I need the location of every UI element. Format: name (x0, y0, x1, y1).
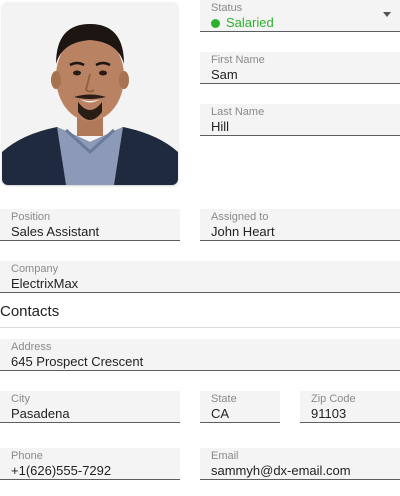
state-value[interactable]: CA (211, 406, 229, 421)
phone-label: Phone (11, 450, 43, 462)
city-value[interactable]: Pasadena (11, 406, 70, 421)
phone-value[interactable]: +1(626)555-7292 (11, 463, 111, 478)
assigned-to-label: Assigned to (211, 211, 269, 223)
address-label: Address (11, 341, 52, 353)
phone-field[interactable]: Phone +1(626)555-7292 (0, 448, 180, 480)
position-label: Position (11, 211, 51, 223)
first-name-label: First Name (211, 54, 265, 66)
last-name-value[interactable]: Hill (211, 119, 229, 134)
email-field[interactable]: Email sammyh@dx-email.com (200, 448, 400, 480)
address-value[interactable]: 645 Prospect Crescent (11, 354, 143, 369)
status-select[interactable]: Status Salaried (200, 0, 400, 32)
last-name-label: Last Name (211, 106, 265, 118)
last-name-field[interactable]: Last Name Hill (200, 104, 400, 136)
status-label: Status (211, 2, 243, 14)
zip-code-value[interactable]: 91103 (311, 406, 346, 421)
zip-code-field[interactable]: Zip Code 91103 (300, 391, 400, 423)
zip-code-label: Zip Code (311, 393, 356, 405)
first-name-field[interactable]: First Name Sam (200, 52, 400, 84)
company-value[interactable]: ElectrixMax (11, 276, 78, 291)
position-value[interactable]: Sales Assistant (11, 224, 99, 239)
city-label: City (11, 393, 30, 405)
address-field[interactable]: Address 645 Prospect Crescent (0, 339, 400, 371)
city-field[interactable]: City Pasadena (0, 391, 180, 423)
status-value: Salaried (226, 15, 274, 30)
assigned-to-value[interactable]: John Heart (211, 224, 275, 239)
email-label: Email (211, 450, 239, 462)
company-label: Company (11, 263, 59, 275)
status-dot-icon (211, 19, 220, 28)
state-field[interactable]: State CA (200, 391, 280, 423)
first-name-value[interactable]: Sam (211, 67, 238, 82)
company-field[interactable]: Company ElectrixMax (0, 261, 400, 293)
contacts-heading: Contacts (0, 303, 60, 320)
state-label: State (211, 393, 237, 405)
email-value[interactable]: sammyh@dx-email.com (211, 463, 351, 478)
employee-photo (2, 2, 178, 185)
position-field[interactable]: Position Sales Assistant (0, 209, 180, 241)
chevron-down-icon[interactable] (383, 12, 391, 17)
section-divider (0, 327, 400, 328)
assigned-to-field[interactable]: Assigned to John Heart (200, 209, 400, 241)
